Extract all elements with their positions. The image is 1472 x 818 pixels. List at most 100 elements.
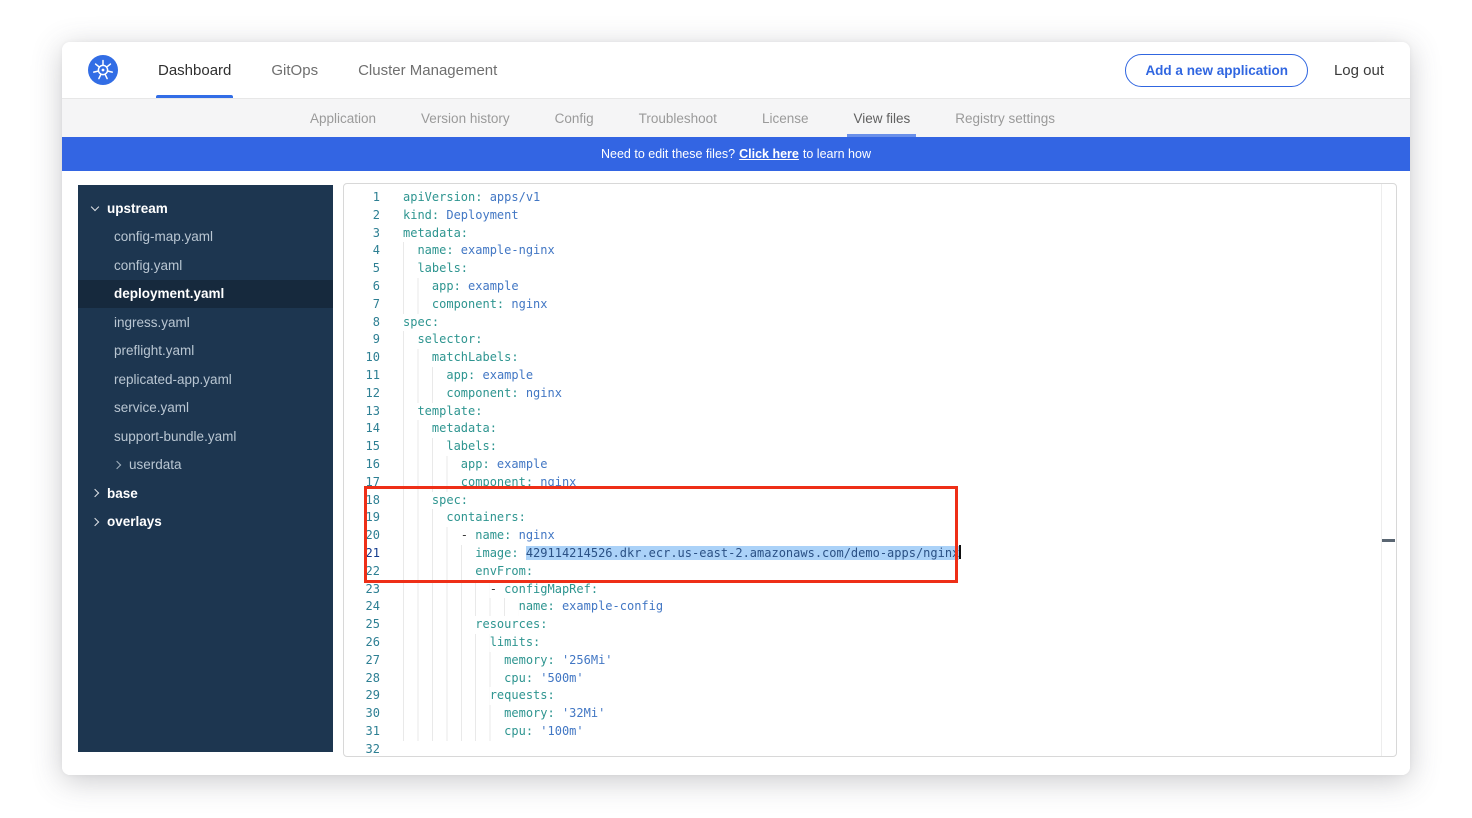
- code-line-text[interactable]: apiVersion: apps/v1: [403, 189, 540, 207]
- yaml-code-editor[interactable]: 1apiVersion: apps/v12kind: Deployment3me…: [343, 183, 1397, 757]
- tab-config[interactable]: Config: [555, 99, 594, 137]
- code-line-text[interactable]: app: example: [403, 278, 519, 296]
- tree-folder-overlays[interactable]: overlays: [78, 508, 333, 537]
- code-token: component:: [461, 475, 533, 489]
- tree-folder-upstream[interactable]: upstream: [78, 194, 333, 223]
- code-line-text[interactable]: memory: '32Mi': [403, 705, 605, 723]
- tree-file-service-yaml[interactable]: service.yaml: [78, 394, 333, 423]
- code-token: nginx: [533, 475, 576, 489]
- code-token: component:: [446, 386, 518, 400]
- code-line-text[interactable]: image: 429114214526.dkr.ecr.us-east-2.am…: [403, 545, 961, 563]
- code-line-text[interactable]: limits:: [403, 634, 540, 652]
- logout-link[interactable]: Log out: [1334, 62, 1384, 79]
- line-number: 1: [344, 189, 380, 207]
- tree-item-label: upstream: [107, 201, 168, 216]
- code-line-text[interactable]: kind: Deployment: [403, 207, 519, 225]
- tree-file-support-bundle-yaml[interactable]: support-bundle.yaml: [78, 422, 333, 451]
- code-line-text[interactable]: component: nginx: [403, 474, 576, 492]
- line-number: 11: [344, 367, 380, 385]
- code-line-text[interactable]: labels:: [403, 438, 497, 456]
- code-line-text[interactable]: spec:: [403, 314, 439, 332]
- tab-application[interactable]: Application: [310, 99, 376, 137]
- tab-troubleshoot[interactable]: Troubleshoot: [639, 99, 717, 137]
- tab-registry-settings[interactable]: Registry settings: [955, 99, 1055, 137]
- code-token: labels:: [417, 261, 468, 275]
- line-number: 4: [344, 242, 380, 260]
- code-line-text[interactable]: envFrom:: [403, 563, 533, 581]
- banner-click-here-link[interactable]: Click here: [739, 147, 799, 161]
- code-line: 19 containers:: [344, 509, 1396, 527]
- code-token: example: [490, 457, 548, 471]
- code-line-text[interactable]: spec:: [403, 492, 468, 510]
- tree-file-config-yaml[interactable]: config.yaml: [78, 251, 333, 280]
- top-navbar: Dashboard GitOps Cluster Management Add a …: [62, 42, 1410, 99]
- code-line-text[interactable]: requests:: [403, 687, 555, 705]
- tab-view-files[interactable]: View files: [853, 99, 910, 137]
- code-line-text[interactable]: matchLabels:: [403, 349, 519, 367]
- nav-item-cluster-management[interactable]: Cluster Management: [358, 42, 497, 98]
- code-token: envFrom:: [475, 564, 533, 578]
- code-line: 15 labels:: [344, 438, 1396, 456]
- code-line-text[interactable]: cpu: '100m': [403, 723, 584, 741]
- code-line-text[interactable]: template:: [403, 403, 482, 421]
- code-token: kind:: [403, 208, 439, 222]
- code-line-text[interactable]: - configMapRef:: [403, 581, 598, 599]
- code-line: 9 selector:: [344, 331, 1396, 349]
- code-line: 12 component: nginx: [344, 385, 1396, 403]
- kubernetes-logo[interactable]: [88, 55, 118, 85]
- code-token: app:: [461, 457, 490, 471]
- code-line-text[interactable]: labels:: [403, 260, 468, 278]
- code-token: spec:: [403, 315, 439, 329]
- code-line-text[interactable]: component: nginx: [403, 296, 548, 314]
- tree-file-ingress-yaml[interactable]: ingress.yaml: [78, 308, 333, 337]
- code-line-text[interactable]: app: example: [403, 456, 548, 474]
- tree-folder-base[interactable]: base: [78, 479, 333, 508]
- line-number: 25: [344, 616, 380, 634]
- line-number: 9: [344, 331, 380, 349]
- scrollbar-cursor-marker[interactable]: [1382, 539, 1395, 542]
- chevron-right-icon: [113, 461, 121, 469]
- code-line-text[interactable]: - name: nginx: [403, 527, 555, 545]
- line-number: 28: [344, 670, 380, 688]
- add-application-button[interactable]: Add a new application: [1125, 54, 1308, 87]
- code-token: nginx: [511, 528, 554, 542]
- code-line-text[interactable]: cpu: '500m': [403, 670, 584, 688]
- code-line-text[interactable]: metadata:: [403, 420, 497, 438]
- code-line-text[interactable]: memory: '256Mi': [403, 652, 613, 670]
- tree-file-config-map-yaml[interactable]: config-map.yaml: [78, 223, 333, 252]
- line-number: 20: [344, 527, 380, 545]
- code-line-text[interactable]: metadata:: [403, 225, 468, 243]
- code-line-text[interactable]: containers:: [403, 509, 526, 527]
- tree-item-label: deployment.yaml: [114, 286, 224, 301]
- code-line: 20 - name: nginx: [344, 527, 1396, 545]
- code-line: 29 requests:: [344, 687, 1396, 705]
- code-line-text[interactable]: component: nginx: [403, 385, 562, 403]
- tree-folder-userdata[interactable]: userdata: [78, 451, 333, 480]
- code-line-text[interactable]: resources:: [403, 616, 548, 634]
- tab-license[interactable]: License: [762, 99, 809, 137]
- code-token: name:: [475, 528, 511, 542]
- code-token: -: [490, 582, 504, 596]
- code-line-text[interactable]: name: example-config: [403, 598, 663, 616]
- line-number: 26: [344, 634, 380, 652]
- line-number: 27: [344, 652, 380, 670]
- code-line-text[interactable]: selector:: [403, 331, 482, 349]
- code-token: requests:: [490, 688, 555, 702]
- code-line-text[interactable]: app: example: [403, 367, 533, 385]
- code-line-text[interactable]: name: example-nginx: [403, 242, 555, 260]
- navbar-right: Add a new application Log out: [1125, 54, 1384, 87]
- line-number: 10: [344, 349, 380, 367]
- edit-files-banner: Need to edit these files? Click here to …: [62, 137, 1410, 171]
- tree-item-label: config-map.yaml: [114, 229, 213, 244]
- tree-file-preflight-yaml[interactable]: preflight.yaml: [78, 337, 333, 366]
- tab-version-history[interactable]: Version history: [421, 99, 510, 137]
- code-token: '500m': [533, 671, 584, 685]
- nav-item-gitops[interactable]: GitOps: [271, 42, 318, 98]
- nav-item-dashboard[interactable]: Dashboard: [158, 42, 231, 98]
- code-line: 4 name: example-nginx: [344, 242, 1396, 260]
- line-number: 22: [344, 563, 380, 581]
- tree-file-deployment-yaml[interactable]: deployment.yaml: [78, 280, 333, 309]
- tree-file-replicated-app-yaml[interactable]: replicated-app.yaml: [78, 365, 333, 394]
- chevron-down-icon: [91, 203, 99, 211]
- code-line: 16 app: example: [344, 456, 1396, 474]
